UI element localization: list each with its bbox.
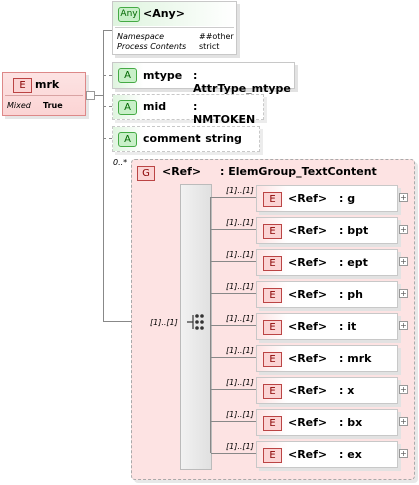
attribute-icon: A	[118, 100, 137, 115]
attribute-mid[interactable]: A mid : NMTOKEN	[112, 94, 264, 126]
mtype-connector	[103, 75, 112, 76]
element-icon: E	[263, 288, 282, 303]
element-ref-label: <Ref>	[288, 352, 328, 365]
choice-cardinality: [1]..[1]	[150, 318, 178, 327]
element-cardinality: [1]..[1]	[226, 442, 254, 451]
element-icon: E	[263, 352, 282, 367]
element-connector	[211, 421, 256, 422]
expand-icon[interactable]: +	[399, 449, 408, 458]
element-cardinality: [1]..[1]	[226, 314, 254, 323]
element-ref-label: <Ref>	[288, 384, 328, 397]
element-name: : ex	[339, 448, 362, 461]
element-name: : x	[339, 384, 355, 397]
any-title: <Any>	[143, 7, 185, 20]
element-connector	[211, 293, 256, 294]
element-ref-bx[interactable]: E <Ref> : bx	[256, 409, 398, 436]
group-cardinality: 0..*	[113, 158, 128, 167]
element-icon: E	[263, 448, 282, 463]
element-name: : ph	[339, 288, 363, 301]
element-cardinality: [1]..[1]	[226, 410, 254, 419]
namespace-label: Namespace	[117, 32, 165, 41]
expand-icon[interactable]: +	[399, 385, 408, 394]
attribute-name: comment	[143, 132, 201, 145]
element-cardinality: [1]..[1]	[226, 346, 254, 355]
expand-icon[interactable]: +	[399, 289, 408, 298]
element-connector	[211, 325, 256, 326]
attribute-type: : AttrType_mtype	[193, 69, 291, 95]
element-name: : g	[339, 192, 356, 205]
element-connector	[211, 453, 256, 454]
element-cardinality: [1]..[1]	[226, 282, 254, 291]
element-cardinality: [1]..[1]	[226, 186, 254, 195]
attribute-mtype[interactable]: A mtype : AttrType_mtype	[112, 62, 295, 95]
element-name: : ept	[339, 256, 368, 269]
expand-icon[interactable]: +	[399, 225, 408, 234]
group-ref: <Ref>	[162, 165, 202, 178]
element-name: : bx	[339, 416, 363, 429]
element-ref-ph[interactable]: E <Ref> : ph	[256, 281, 398, 308]
element-ref-ept[interactable]: E <Ref> : ept	[256, 249, 398, 276]
mixed-label: Mixed	[7, 101, 31, 110]
element-cardinality: [1]..[1]	[226, 218, 254, 227]
element-ref-label: <Ref>	[288, 192, 328, 205]
root-vertical-line	[103, 30, 104, 321]
element-connector	[211, 197, 256, 198]
element-ref-ex[interactable]: E <Ref> : ex	[256, 441, 398, 468]
root-element-name: mrk	[35, 78, 60, 91]
attribute-icon: A	[118, 132, 137, 147]
element-icon: E	[263, 224, 282, 239]
choice-icon	[187, 314, 204, 330]
element-ref-label: <Ref>	[288, 224, 328, 237]
element-ref-label: <Ref>	[288, 320, 328, 333]
attribute-name: mid	[143, 100, 167, 113]
any-connector	[103, 30, 112, 31]
element-ref-mrk[interactable]: E <Ref> : mrk	[256, 345, 398, 372]
expand-icon[interactable]: +	[399, 321, 408, 330]
expand-icon[interactable]: +	[399, 193, 408, 202]
element-ref-label: <Ref>	[288, 288, 328, 301]
element-ref-label: <Ref>	[288, 416, 328, 429]
attribute-icon: A	[118, 68, 137, 83]
process-contents-value: strict	[199, 42, 220, 51]
attribute-name: mtype	[143, 69, 183, 82]
element-ref-g[interactable]: E <Ref> : g	[256, 185, 398, 212]
element-ref-label: <Ref>	[288, 448, 328, 461]
element-icon: E	[263, 384, 282, 399]
element-connector	[211, 261, 256, 262]
element-connector	[211, 389, 256, 390]
attribute-type: : NMTOKEN	[193, 100, 256, 126]
element-cardinality: [1]..[1]	[226, 250, 254, 259]
group-icon: G	[137, 166, 155, 181]
element-name: : mrk	[339, 352, 372, 365]
root-element-box[interactable]: E mrk Mixed True	[2, 72, 86, 116]
any-box[interactable]: Any <Any> Namespace ##other Process Cont…	[112, 1, 237, 55]
element-ref-bpt[interactable]: E <Ref> : bpt	[256, 217, 398, 244]
attribute-type: : string	[197, 132, 242, 145]
element-icon: E	[263, 320, 282, 335]
mixed-value: True	[43, 101, 63, 110]
element-cardinality: [1]..[1]	[226, 378, 254, 387]
element-name: : bpt	[339, 224, 369, 237]
element-icon: E	[13, 78, 32, 93]
element-ref-x[interactable]: E <Ref> : x	[256, 377, 398, 404]
element-name: : it	[339, 320, 357, 333]
element-icon: E	[263, 416, 282, 431]
element-icon: E	[263, 256, 282, 271]
namespace-value: ##other	[199, 32, 234, 41]
expand-icon[interactable]: +	[399, 417, 408, 426]
group-name: : ElemGroup_TextContent	[220, 165, 377, 178]
element-ref-it[interactable]: E <Ref> : it	[256, 313, 398, 340]
element-ref-label: <Ref>	[288, 256, 328, 269]
any-icon: Any	[118, 7, 140, 22]
attribute-group-toggle[interactable]	[86, 91, 95, 100]
element-icon: E	[263, 192, 282, 207]
expand-icon[interactable]: +	[399, 257, 408, 266]
element-connector	[211, 229, 256, 230]
process-contents-label: Process Contents	[117, 42, 187, 51]
element-connector	[211, 357, 256, 358]
mid-connector	[103, 106, 112, 107]
comment-connector	[103, 138, 112, 139]
attribute-comment[interactable]: A comment : string	[112, 126, 260, 152]
